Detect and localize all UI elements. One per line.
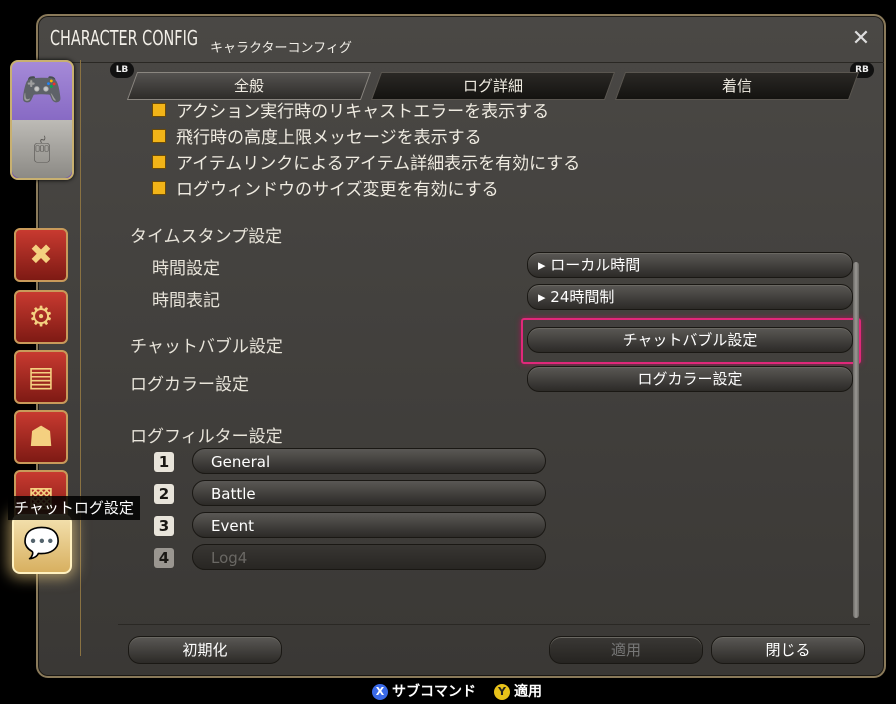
time-format-dropdown[interactable]: ▸ 24時間制 xyxy=(527,284,853,310)
checkbox[interactable] xyxy=(152,181,166,195)
filter-event-button[interactable]: Event xyxy=(192,512,546,538)
log-filter-heading: ログフィルター設定 xyxy=(130,427,283,447)
sidebar-tooltip: チャットログ設定 xyxy=(8,496,140,520)
close-icon[interactable]: ✕ xyxy=(848,26,874,52)
mouse-icon[interactable]: 🖱 xyxy=(12,120,72,178)
filter-battle-button[interactable]: Battle xyxy=(192,480,546,506)
chat-bubble-button[interactable]: チャットバブル設定 xyxy=(527,327,853,353)
option-recast-error[interactable]: アクション実行時のリキャストエラーを表示する xyxy=(152,100,549,124)
window-subtitle: キャラクターコンフィグ xyxy=(210,41,352,56)
log-color-button[interactable]: ログカラー設定 xyxy=(527,366,853,392)
input-mode-switch[interactable]: 🎮 🖱 xyxy=(10,60,74,180)
log-color-label: ログカラー設定 xyxy=(130,375,249,395)
checkbox[interactable] xyxy=(152,155,166,169)
tab-general[interactable]: 全般 xyxy=(126,72,372,100)
gamepad-icon[interactable]: 🎮 xyxy=(16,66,68,114)
window-title: CHARACTER CONFIG xyxy=(50,26,198,50)
apply-hint: Y 適用 xyxy=(494,682,542,702)
option-log-resize[interactable]: ログウィンドウのサイズ変更を有効にする xyxy=(152,178,499,202)
checkbox[interactable] xyxy=(152,103,166,117)
filter-number-badge: 1 xyxy=(154,452,174,472)
subcommand-hint: X サブコマンド xyxy=(372,682,476,702)
sidebar-divider xyxy=(80,60,81,656)
title-bar: CHARACTER CONFIG キャラクターコンフィグ ✕ xyxy=(38,16,884,63)
time-setting-label: 時間設定 xyxy=(152,259,220,279)
close-button[interactable]: 閉じる xyxy=(711,636,865,664)
lb-button-hint: LB xyxy=(110,62,134,78)
tab-log-details[interactable]: ログ詳細 xyxy=(370,72,616,100)
filter-number-badge: 4 xyxy=(154,548,174,568)
reset-button[interactable]: 初期化 xyxy=(128,636,282,664)
time-setting-dropdown[interactable]: ▸ ローカル時間 xyxy=(527,252,853,278)
sidebar-item-hud[interactable]: ▤ xyxy=(14,350,68,404)
scrollbar[interactable] xyxy=(853,262,859,618)
sidebar-item-items[interactable]: ⚙ xyxy=(14,290,68,344)
apply-button: 適用 xyxy=(549,636,703,664)
x-button-icon: X xyxy=(372,684,388,700)
sidebar-item-chat-log[interactable]: 💬 xyxy=(12,514,72,574)
checkbox[interactable] xyxy=(152,129,166,143)
filter-number-badge: 3 xyxy=(154,516,174,536)
option-altitude-limit[interactable]: 飛行時の高度上限メッセージを表示する xyxy=(152,126,482,150)
chat-bubble-label: チャットバブル設定 xyxy=(130,337,283,357)
filter-general-button[interactable]: General xyxy=(192,448,546,474)
sidebar-item-system[interactable]: ✖ xyxy=(14,228,68,282)
tab-notifications[interactable]: 着信 xyxy=(614,72,860,100)
filter-log4-button: Log4 xyxy=(192,544,546,570)
filter-number-badge: 2 xyxy=(154,484,174,504)
footer-divider xyxy=(118,624,870,625)
timestamp-heading: タイムスタンプ設定 xyxy=(130,227,283,247)
time-format-label: 時間表記 xyxy=(152,291,220,311)
y-button-icon: Y xyxy=(494,684,510,700)
option-item-link[interactable]: アイテムリンクによるアイテム詳細表示を有効にする xyxy=(152,152,580,176)
sidebar-item-nameplate[interactable]: ☗ xyxy=(14,410,68,464)
